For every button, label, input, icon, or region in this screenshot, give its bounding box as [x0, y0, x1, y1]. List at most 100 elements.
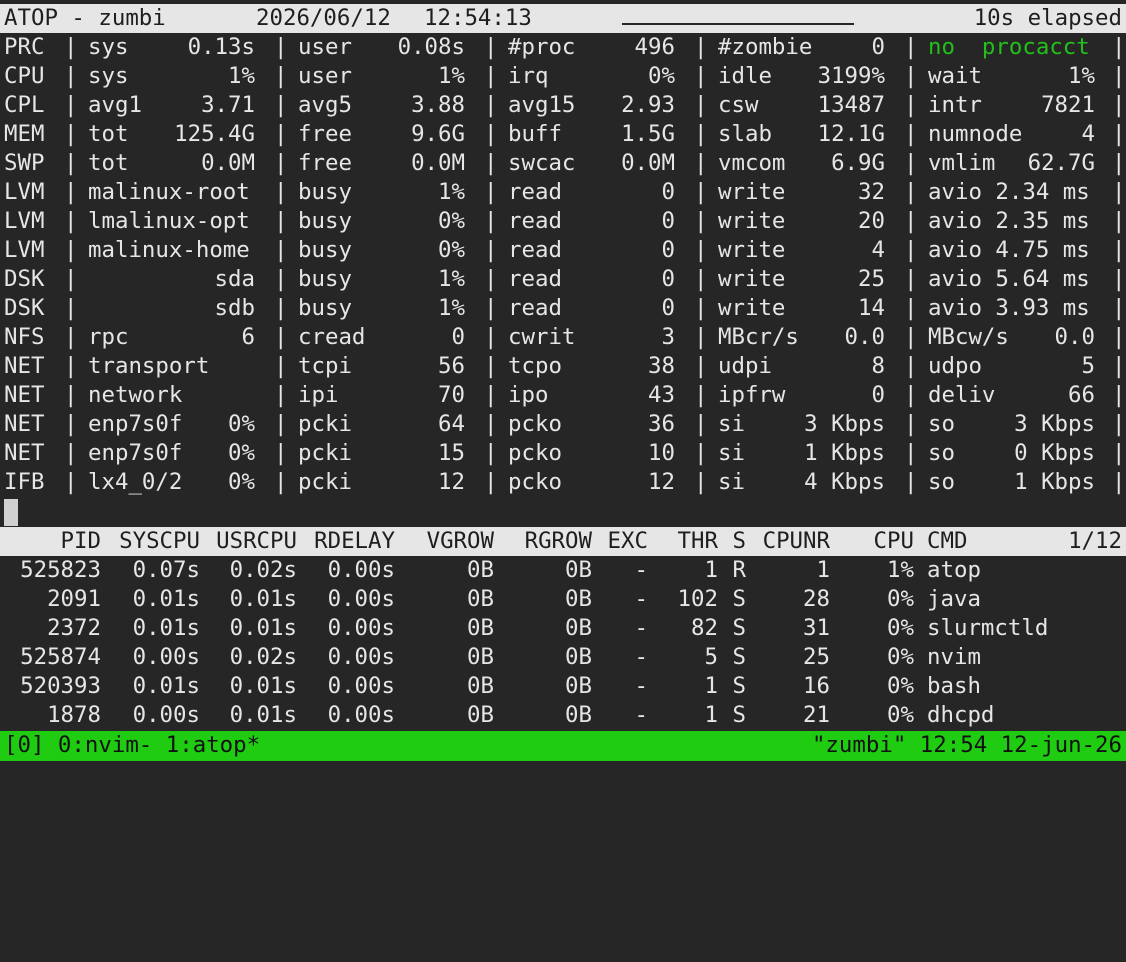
stat-value: 0%	[648, 63, 675, 89]
column-divider: |	[484, 150, 498, 176]
stat-value: 32	[858, 179, 885, 205]
process-row[interactable]: 525823 0.07s 0.02s 0.00s 0B 0B -1 R 1 1% atop	[0, 556, 1126, 585]
stat-value: 7821	[1041, 92, 1095, 118]
col-syscpu[interactable]: SYSCPU	[104, 527, 200, 556]
stat-value: 15	[438, 440, 465, 466]
column-divider: |	[1112, 34, 1126, 60]
process-row[interactable]: 2091 0.01s 0.01s 0.00s 0B 0B - 102 S 28 0% java	[0, 585, 1126, 614]
stat-value: sda	[214, 266, 255, 292]
column-divider: |	[274, 469, 288, 495]
col-rdelay[interactable]: RDELAY	[298, 527, 395, 556]
column-divider: |	[1112, 121, 1126, 147]
column-divider: |	[484, 382, 498, 408]
column-divider: |	[1112, 63, 1126, 89]
column-divider: |	[694, 382, 708, 408]
column-divider: |	[274, 34, 288, 60]
proc-rdelay: 0.00s	[327, 586, 395, 612]
stat-key: avio 2.34 ms	[928, 179, 1090, 205]
stat-value: 62.7G	[1027, 150, 1095, 176]
stat-value: 3199%	[817, 63, 885, 89]
proc-syscpu: 0.01s	[132, 615, 200, 641]
proc-thr: 1	[704, 702, 718, 728]
column-divider: |	[904, 150, 918, 176]
process-row[interactable]: 525874 0.00s 0.02s 0.00s 0B 0B - 5 S 25 0% nvim	[0, 643, 1126, 672]
sys-row-label: LVM	[4, 208, 45, 234]
column-divider: |	[64, 295, 78, 321]
stat-value: 0.0M	[411, 150, 465, 176]
proc-syscpu: 0.01s	[132, 673, 200, 699]
column-divider: |	[274, 237, 288, 263]
sys-row: NET | | | | | | transport tcpi 56 tcpo 38 udpi 8 udpo 5	[0, 352, 1126, 381]
column-divider: |	[64, 208, 78, 234]
sys-row: NET | | | | | | enp7s0f 0% pcki 15 pcko 10 si 1 Kbps so…	[0, 439, 1126, 468]
column-divider: |	[484, 324, 498, 350]
col-pid[interactable]: PID	[0, 527, 101, 556]
proc-cmd: java	[927, 586, 981, 612]
column-divider: |	[904, 382, 918, 408]
stat-value: 6	[241, 324, 255, 350]
proc-cmd: dhcpd	[927, 702, 995, 728]
proc-rdelay: 0.00s	[327, 615, 395, 641]
stat-value: 0	[661, 295, 675, 321]
col-state[interactable]: S	[722, 527, 746, 556]
stat-value: 1%	[228, 63, 255, 89]
process-row[interactable]: 2372 0.01s 0.01s 0.00s 0B 0B - 82 S 31 0% slurmctld	[0, 614, 1126, 643]
proc-thr: 1	[704, 673, 718, 699]
sys-row: CPL | | | | | | avg1 3.71 avg5 3.88 avg15 2.93 csw 134…	[0, 91, 1126, 120]
col-rgrow[interactable]: RGROW	[496, 527, 592, 556]
stat-value: 0	[871, 34, 885, 60]
stat-value: 1.5G	[621, 121, 675, 147]
proc-state: S	[732, 615, 746, 641]
proc-exc: -	[634, 615, 648, 641]
column-divider: |	[694, 411, 708, 437]
col-thr[interactable]: THR	[652, 527, 718, 556]
col-vgrow[interactable]: VGROW	[398, 527, 494, 556]
sys-row: LVM | | | | | | malinux-root busy 1% read 0 write 32 a…	[0, 178, 1126, 207]
sys-row: LVM | | | | | | lmalinux-opt busy 0% read 0 write 20 a…	[0, 207, 1126, 236]
atop-header-bar: ATOP - zumbi 2026/06/12 12:54:13 10s ela…	[0, 4, 1126, 33]
column-divider: |	[904, 208, 918, 234]
proc-syscpu: 0.07s	[132, 557, 200, 583]
proc-rgrow: 0B	[565, 557, 592, 583]
terminal-window[interactable]: ATOP - zumbi 2026/06/12 12:54:13 10s ela…	[0, 0, 1126, 764]
stat-value: 3 Kbps	[804, 411, 885, 437]
proc-cpunr: 21	[803, 702, 830, 728]
proc-usrcpu: 0.02s	[229, 644, 297, 670]
proc-usrcpu: 0.01s	[229, 702, 297, 728]
column-divider: |	[694, 121, 708, 147]
proc-rdelay: 0.00s	[327, 557, 395, 583]
proc-vgrow: 0B	[467, 557, 494, 583]
col-cpunr[interactable]: CPUNR	[750, 527, 830, 556]
column-divider: |	[904, 179, 918, 205]
process-row[interactable]: 520393 0.01s 0.01s 0.00s 0B 0B - 1 S 16 0% bash	[0, 672, 1126, 701]
column-divider: |	[484, 469, 498, 495]
proc-state: S	[732, 586, 746, 612]
proc-cpu: 0%	[887, 586, 914, 612]
proc-state: S	[732, 673, 746, 699]
proc-exc: -	[634, 702, 648, 728]
tmux-window-list[interactable]: [0] 0:nvim- 1:atop*	[4, 731, 260, 760]
process-row[interactable]: 1878 0.00s 0.01s 0.00s 0B 0B - 1 S 21 0% dhcpd	[0, 701, 1126, 730]
column-divider: |	[694, 179, 708, 205]
col-cpu[interactable]: CPU	[834, 527, 914, 556]
stat-value: 0%	[228, 411, 255, 437]
tmux-status-right: "zumbi" 12:54 12-jun-26	[811, 732, 1122, 758]
sys-row: LVM | | | | | | malinux-home busy 0% read 0 write 4 av…	[0, 236, 1126, 265]
column-divider: |	[64, 324, 78, 350]
sys-row-label: NFS	[4, 324, 45, 350]
col-usrcpu[interactable]: USRCPU	[200, 527, 297, 556]
col-exc[interactable]: EXC	[596, 527, 648, 556]
column-divider: |	[274, 92, 288, 118]
column-divider: |	[694, 266, 708, 292]
column-divider: |	[64, 92, 78, 118]
sys-row: CPU | | | | | | sys 1% user 1% irq 0% idle 3199% wait 1%	[0, 62, 1126, 91]
col-cmd[interactable]: CMD	[927, 527, 967, 556]
column-divider: |	[1112, 353, 1126, 379]
column-divider: |	[64, 382, 78, 408]
column-divider: |	[274, 208, 288, 234]
proc-exc: -	[634, 644, 648, 670]
stat-value: 0	[661, 237, 675, 263]
proc-thr: 102	[677, 586, 718, 612]
stat-value: 43	[648, 382, 675, 408]
stat-value: 64	[438, 411, 465, 437]
